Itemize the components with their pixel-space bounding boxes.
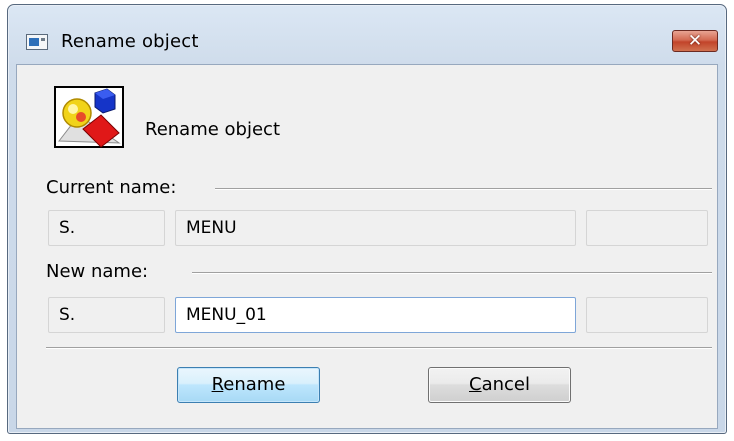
header-label: Rename object xyxy=(145,119,281,140)
footer-divider xyxy=(46,347,712,349)
rename-button-label: ename xyxy=(223,374,286,395)
rename-button[interactable]: Rename xyxy=(177,367,320,403)
current-name-field: MENU xyxy=(175,210,576,246)
current-name-divider xyxy=(215,188,712,190)
rename-object-dialog: Rename object ✕ Rename object Current na… xyxy=(7,4,727,434)
cancel-button[interactable]: Cancel xyxy=(428,367,571,403)
window-app-icon xyxy=(26,34,48,50)
new-prefix-field: S. xyxy=(48,297,165,333)
dialog-body: Rename object Current name: S. MENU New … xyxy=(16,64,718,429)
objects-icon xyxy=(54,86,124,148)
new-suffix-field xyxy=(586,297,708,333)
cancel-button-label: ancel xyxy=(481,374,530,395)
cancel-mnemonic: C xyxy=(469,374,482,395)
new-name-divider xyxy=(192,272,712,274)
rename-mnemonic: R xyxy=(211,374,224,395)
current-prefix-field: S. xyxy=(48,210,165,246)
new-name-label: New name: xyxy=(46,261,149,282)
current-suffix-field xyxy=(586,210,708,246)
title-bar[interactable]: Rename object ✕ xyxy=(8,5,726,57)
window-title: Rename object xyxy=(61,31,199,52)
close-button[interactable]: ✕ xyxy=(672,30,718,52)
new-name-input[interactable] xyxy=(175,297,576,333)
current-name-label: Current name: xyxy=(46,177,177,198)
